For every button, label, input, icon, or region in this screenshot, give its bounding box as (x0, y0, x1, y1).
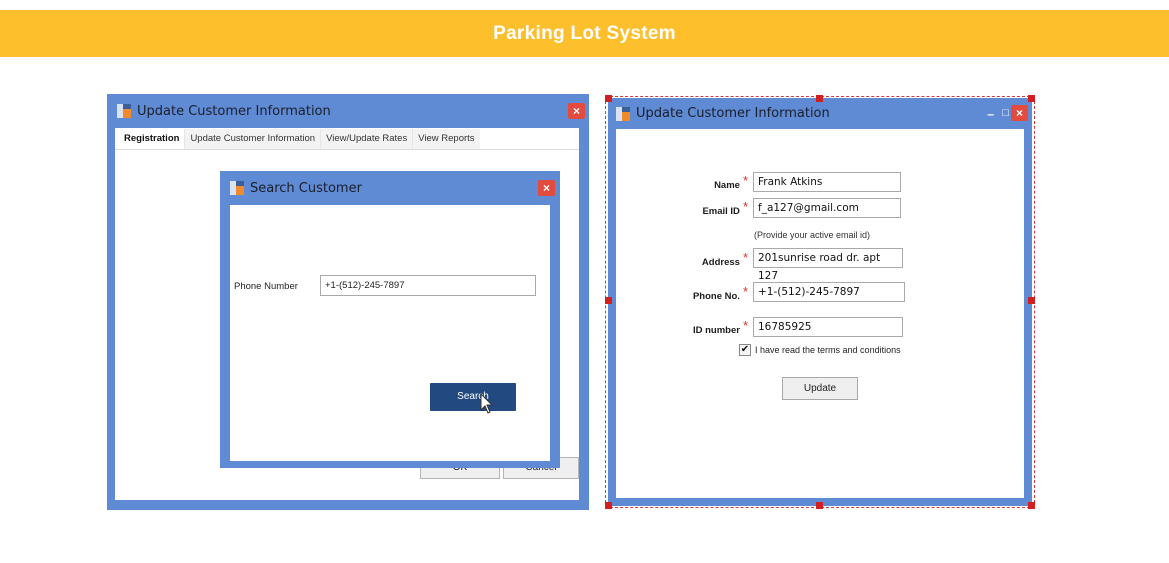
phone-label: Phone No. * (692, 284, 748, 302)
required-marker: * (742, 173, 748, 188)
window-titlebar[interactable]: Update Customer Information × (107, 94, 589, 128)
resize-handle[interactable] (605, 502, 612, 509)
name-input[interactable]: Frank Atkins (753, 172, 901, 192)
email-hint: (Provide your active email id) (754, 230, 871, 240)
email-input[interactable]: f_a127@gmail.com (753, 198, 901, 218)
resize-handle[interactable] (816, 95, 823, 102)
terms-checkbox[interactable]: ✔ (739, 344, 751, 356)
window-title: Update Customer Information (636, 106, 830, 121)
update-customer-window-right: Update Customer Information – □ × Name * … (608, 98, 1032, 506)
tab-update-customer-information[interactable]: Update Customer Information (184, 129, 321, 149)
email-label: Email ID * (702, 199, 748, 217)
required-marker: * (742, 250, 748, 265)
resize-handle[interactable] (1028, 95, 1035, 102)
dialog-titlebar[interactable]: Search Customer × (220, 171, 560, 205)
address-input[interactable]: 201sunrise road dr. apt 127 (753, 248, 903, 282)
phone-number-label: Phone Number (234, 281, 298, 292)
tab-registration[interactable]: Registration (119, 133, 185, 149)
resize-handle[interactable] (816, 502, 823, 509)
phone-input[interactable]: +1-(512)-245-7897 (753, 282, 905, 302)
app-header: Parking Lot System (0, 10, 1169, 57)
tab-bar: Registration Update Customer Information… (115, 128, 579, 150)
app-window-icon (117, 104, 131, 118)
tab-view-reports[interactable]: View Reports (412, 129, 480, 149)
window-body: Name * Frank Atkins Email ID * f_a127@gmai… (616, 129, 1024, 498)
dialog-title: Search Customer (250, 180, 362, 196)
resize-handle[interactable] (605, 297, 612, 304)
mouse-cursor-icon (480, 393, 494, 414)
resize-handle[interactable] (605, 95, 612, 102)
required-marker: * (742, 318, 748, 333)
phone-number-input[interactable]: +1-(512)-245-7897 (320, 275, 536, 296)
close-icon[interactable]: × (1011, 105, 1028, 121)
window-title: Update Customer Information (137, 103, 331, 119)
close-icon[interactable]: × (568, 103, 585, 119)
address-label: Address * (701, 250, 748, 268)
resize-handle[interactable] (1028, 297, 1035, 304)
window-titlebar[interactable]: Update Customer Information – □ × (608, 98, 1032, 129)
search-customer-dialog: Search Customer × Phone Number +1-(512)-… (220, 171, 560, 468)
app-window-icon (230, 181, 244, 195)
maximize-icon[interactable]: □ (1002, 107, 1009, 119)
id-number-label: ID number * (692, 318, 748, 336)
resize-handle[interactable] (1028, 502, 1035, 509)
app-title: Parking Lot System (493, 22, 676, 44)
required-marker: * (742, 199, 748, 214)
dialog-body: Phone Number +1-(512)-245-7897 Search (230, 205, 550, 461)
id-number-input[interactable]: 16785925 (753, 317, 903, 337)
close-icon[interactable]: × (538, 180, 555, 196)
app-window-icon (616, 106, 630, 121)
tab-view-update-rates[interactable]: View/Update Rates (320, 129, 413, 149)
minimize-icon[interactable]: – (987, 108, 994, 120)
name-label: Name * (714, 173, 748, 191)
required-marker: * (742, 284, 748, 299)
terms-label: I have read the terms and conditions (755, 345, 901, 355)
search-button[interactable]: Search (430, 383, 516, 411)
update-button[interactable]: Update (782, 377, 858, 400)
